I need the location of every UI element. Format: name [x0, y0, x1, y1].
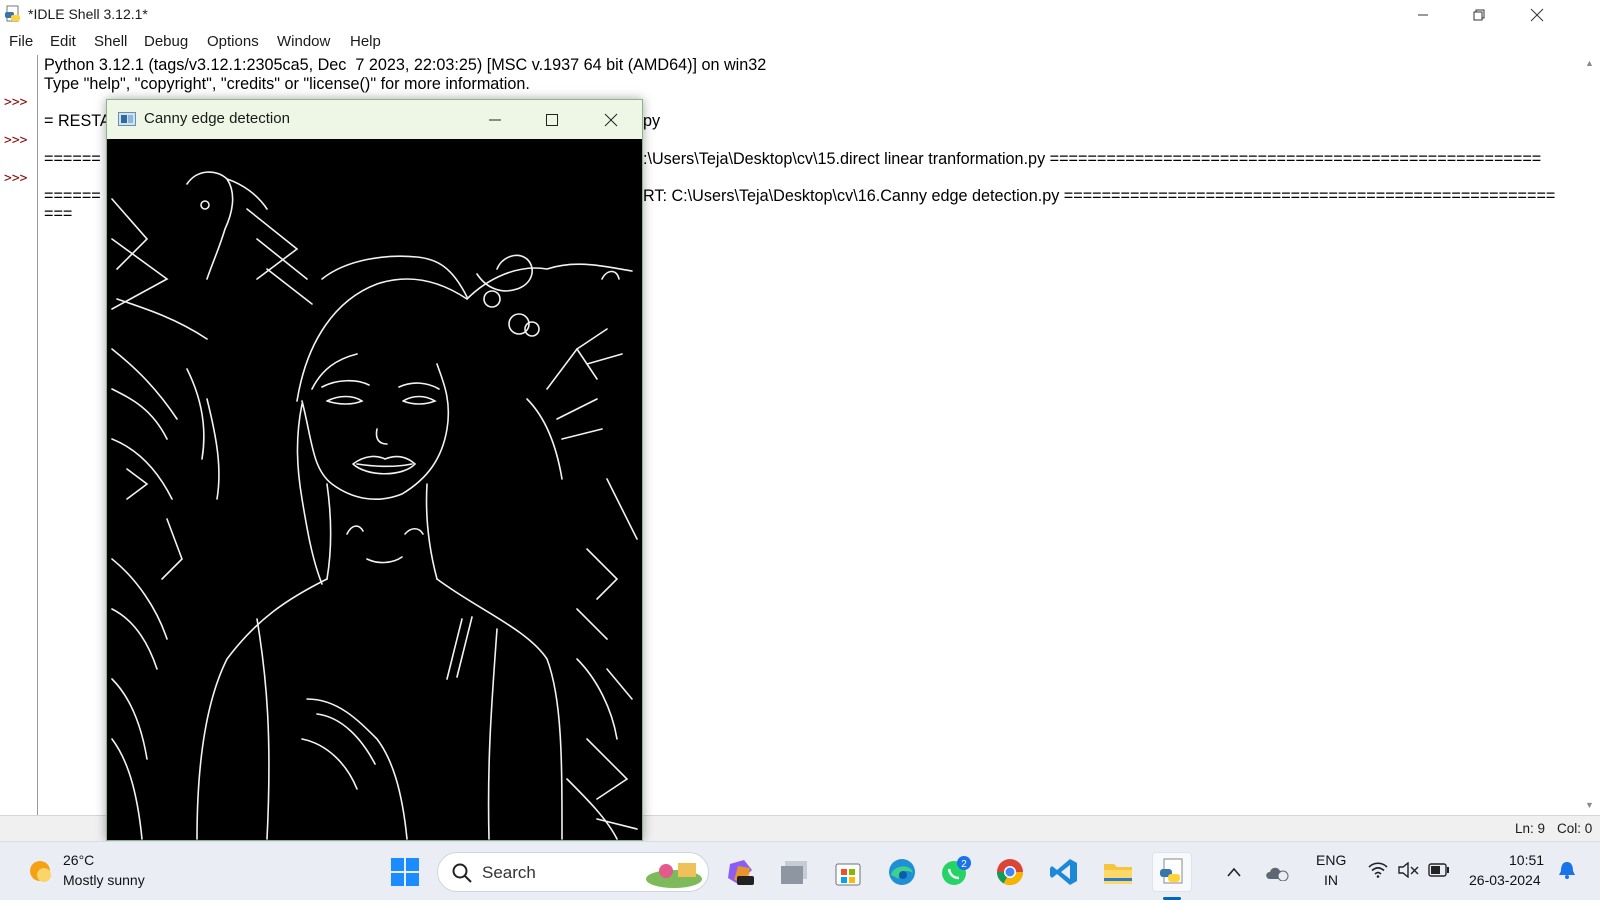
canny-minimize-button[interactable]	[466, 100, 524, 139]
menu-shell[interactable]: Shell	[94, 33, 127, 50]
shell-prompt: >>>	[4, 95, 28, 110]
shell-output-line: ======	[44, 187, 101, 205]
menu-help[interactable]: Help	[350, 33, 381, 50]
canny-close-button[interactable]	[582, 100, 640, 139]
clock-time[interactable]: 10:51	[1509, 852, 1544, 868]
search-highlight-icon	[646, 863, 702, 888]
maximize-icon	[546, 113, 558, 126]
canny-window-title: Canny edge detection	[144, 110, 290, 127]
menu-window[interactable]: Window	[277, 33, 330, 50]
chevron-up-icon	[1227, 867, 1241, 877]
menu-debug[interactable]: Debug	[144, 33, 188, 50]
python-idle-icon	[1160, 858, 1183, 884]
canny-edge-drawing	[111, 171, 638, 840]
shell-output-line: Python 3.12.1 (tags/v3.12.1:2305ca5, Dec…	[44, 56, 767, 74]
task-view-icon	[781, 861, 807, 884]
minimize-button[interactable]	[1400, 0, 1446, 30]
window-title: *IDLE Shell 3.12.1*	[28, 6, 148, 22]
cloud-sync-icon	[1266, 867, 1289, 881]
prompt-gutter: >>> >>> >>>	[0, 55, 38, 815]
minimize-icon	[1418, 14, 1428, 16]
shell-output-line: :\Users\Teja\Desktop\cv\15.direct linear…	[643, 150, 1542, 168]
edge-browser-icon	[889, 859, 915, 885]
restore-icon	[1473, 9, 1485, 21]
idle-taskbar-icon[interactable]	[1152, 852, 1192, 892]
shell-output-line: ===	[44, 205, 73, 223]
menu-bar: File Edit Shell Debug Options Window Hel…	[0, 30, 1600, 54]
taskbar-search[interactable]: Search	[437, 852, 709, 892]
copilot-taskbar-icon[interactable]	[720, 852, 760, 892]
vscode-icon	[1050, 859, 1077, 885]
canny-maximize-button[interactable]	[523, 100, 581, 139]
menu-file[interactable]: File	[9, 33, 33, 50]
shell-output-line: py	[643, 112, 661, 130]
vscode-taskbar-icon[interactable]	[1044, 852, 1084, 892]
battery-icon[interactable]	[1428, 863, 1450, 877]
whatsapp-icon: 2	[942, 856, 971, 885]
scroll-up-icon[interactable]: ▲	[1585, 58, 1594, 68]
opencv-window-icon	[118, 112, 136, 126]
whatsapp-taskbar-icon[interactable]: 2	[936, 852, 976, 892]
copilot-icon	[728, 860, 754, 885]
shell-output-line: ======	[44, 150, 101, 168]
weather-sun-icon	[30, 861, 51, 882]
file-explorer-taskbar-icon[interactable]	[1098, 852, 1138, 892]
shell-output-line: = RESTA	[44, 112, 111, 130]
weather-description[interactable]: Mostly sunny	[63, 872, 145, 888]
restore-button[interactable]	[1456, 0, 1502, 30]
weather-temperature[interactable]: 26°C	[63, 852, 94, 868]
shell-output-line: Type "help", "copyright", "credits" or "…	[44, 75, 530, 93]
canny-edge-image	[107, 139, 642, 840]
onedrive-tray-icon[interactable]	[1262, 852, 1292, 892]
chrome-icon	[996, 859, 1024, 886]
shell-prompt: >>>	[4, 171, 28, 186]
notification-bell-icon[interactable]	[1558, 860, 1576, 880]
volume-muted-icon[interactable]	[1398, 862, 1420, 878]
idle-app-icon	[5, 5, 20, 22]
shell-output-line: RT: C:\Users\Teja\Desktop\cv\16.Canny ed…	[643, 187, 1556, 205]
canny-window[interactable]: Canny edge detection	[106, 99, 643, 841]
search-icon	[452, 863, 472, 883]
taskbar: 26°C Mostly sunny Search 2 ENG IN 10:51 …	[0, 841, 1600, 900]
clock-date[interactable]: 26-03-2024	[1469, 872, 1541, 888]
close-button[interactable]	[1514, 0, 1560, 30]
microsoft-store-icon	[835, 863, 861, 886]
wifi-icon[interactable]	[1368, 862, 1388, 878]
menu-options[interactable]: Options	[207, 33, 259, 50]
close-icon	[604, 113, 618, 126]
status-col: Col: 0	[1557, 821, 1593, 836]
language-indicator[interactable]: ENG	[1316, 852, 1346, 868]
windows-logo-icon	[391, 858, 419, 886]
minimize-icon	[489, 119, 501, 120]
language-region[interactable]: IN	[1324, 872, 1338, 888]
shell-prompt: >>>	[4, 133, 28, 148]
folder-icon	[1104, 864, 1132, 884]
menu-edit[interactable]: Edit	[50, 33, 76, 50]
whatsapp-badge: 2	[961, 859, 967, 870]
task-view-taskbar-icon[interactable]	[774, 852, 814, 892]
chrome-taskbar-icon[interactable]	[990, 852, 1030, 892]
search-label: Search	[482, 863, 536, 882]
edge-taskbar-icon[interactable]	[882, 852, 922, 892]
store-taskbar-icon[interactable]	[828, 852, 868, 892]
idle-titlebar: *IDLE Shell 3.12.1*	[0, 0, 1600, 30]
status-line: Ln: 9	[1515, 821, 1546, 836]
scroll-down-icon[interactable]: ▼	[1585, 800, 1594, 810]
vertical-scrollbar[interactable]: ▲ ▼	[1580, 55, 1600, 815]
show-hidden-icons-button[interactable]	[1222, 852, 1246, 892]
close-icon	[1530, 8, 1544, 22]
start-button[interactable]	[385, 852, 425, 892]
canny-titlebar[interactable]: Canny edge detection	[107, 100, 642, 139]
